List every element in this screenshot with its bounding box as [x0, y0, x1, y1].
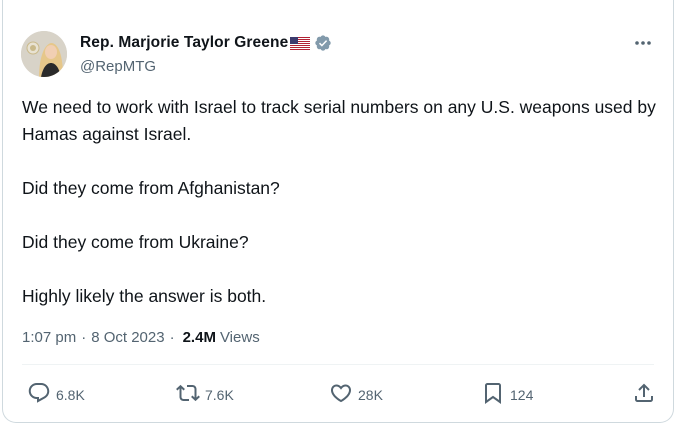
verified-badge-icon[interactable] [314, 34, 332, 52]
meta-separator: · [81, 329, 87, 346]
repost-count: 7.6K [205, 387, 234, 403]
more-options-icon[interactable] [631, 33, 655, 53]
reply-count: 6.8K [56, 387, 85, 403]
repost-button[interactable]: 7.6K [176, 381, 234, 409]
share-button[interactable] [632, 381, 656, 409]
retweet-icon [176, 381, 200, 410]
tweet-meta: 1:07 pm · 8 Oct 2023 · 2.4M Views [22, 329, 260, 346]
heart-icon [329, 381, 353, 410]
tweet-time[interactable]: 1:07 pm [22, 329, 76, 346]
tweet-text: We need to work with Israel to track ser… [22, 94, 662, 337]
bookmark-count: 124 [510, 387, 534, 403]
author-handle[interactable]: @RepMTG [80, 58, 156, 75]
bookmark-icon [481, 381, 505, 410]
meta-separator: · [169, 329, 175, 346]
divider [22, 364, 654, 365]
tweet-card: Rep. Marjorie Taylor Greene @RepMTG We n… [2, 0, 674, 423]
author-name[interactable]: Rep. Marjorie Taylor Greene [80, 34, 288, 52]
views-label[interactable]: Views [220, 329, 260, 346]
tweet-header: Rep. Marjorie Taylor Greene @RepMTG [21, 31, 655, 79]
tweet-paragraph: Highly likely the answer is both. [22, 286, 267, 306]
tweet-paragraph: We need to work with Israel to track ser… [22, 97, 656, 144]
action-bar: 6.8K 7.6K 28K 124 [21, 381, 655, 409]
tweet-date[interactable]: 8 Oct 2023 [91, 329, 164, 346]
us-flag-icon [290, 36, 311, 50]
views-count[interactable]: 2.4M [183, 329, 216, 346]
like-button[interactable]: 28K [329, 381, 383, 409]
reply-icon [27, 381, 51, 410]
avatar[interactable] [21, 31, 67, 77]
tweet-paragraph: Did they come from Ukraine? [22, 232, 249, 252]
share-icon [632, 381, 656, 410]
reply-button[interactable]: 6.8K [27, 381, 85, 409]
author-name-row: Rep. Marjorie Taylor Greene [80, 34, 332, 52]
bookmark-button[interactable]: 124 [481, 381, 533, 409]
tweet-paragraph: Did they come from Afghanistan? [22, 178, 280, 198]
like-count: 28K [358, 387, 383, 403]
